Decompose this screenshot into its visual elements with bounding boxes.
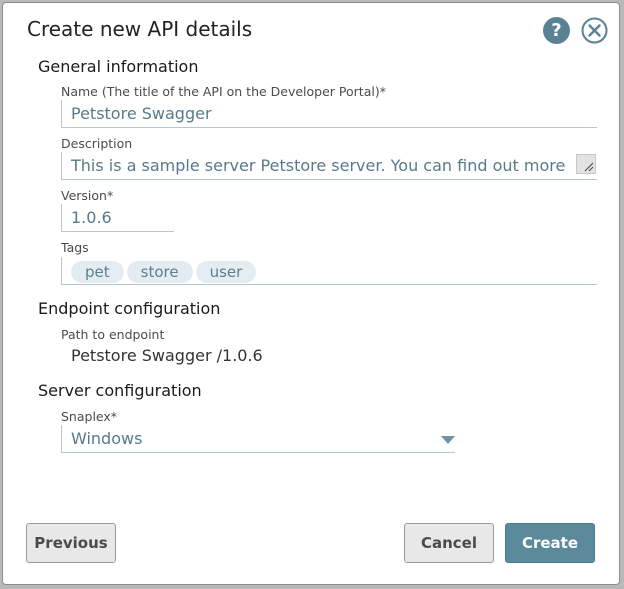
help-icon[interactable]: ? (543, 17, 570, 44)
previous-button[interactable]: Previous (26, 523, 116, 563)
snaplex-value: Windows (71, 429, 143, 448)
tags-field[interactable]: pet store user (61, 257, 597, 285)
close-icon[interactable] (581, 17, 608, 44)
version-label: Version* (61, 188, 114, 203)
name-field[interactable]: Petstore Swagger (61, 100, 597, 128)
tag-user[interactable]: user (195, 260, 257, 283)
tag-store[interactable]: store (126, 260, 193, 283)
description-label: Description (61, 136, 133, 151)
description-value: This is a sample server Petstore server.… (71, 156, 566, 175)
dialog-title: Create new API details (27, 17, 253, 41)
name-value: Petstore Swagger (71, 104, 212, 123)
version-field[interactable]: 1.0.6 (61, 204, 174, 232)
chevron-down-icon[interactable] (441, 436, 455, 444)
tags-label: Tags (61, 240, 89, 255)
snaplex-label: Snaplex* (61, 409, 118, 424)
server-configuration-heading: Server configuration (38, 381, 202, 400)
name-label: Name (The title of the API on the Develo… (61, 84, 386, 99)
path-to-endpoint-value: Petstore Swagger /1.0.6 (71, 346, 263, 365)
version-value: 1.0.6 (71, 208, 112, 227)
tag-pet[interactable]: pet (71, 260, 124, 283)
create-button[interactable]: Create (505, 523, 595, 563)
endpoint-configuration-heading: Endpoint configuration (38, 299, 221, 318)
create-api-dialog: Create new API details ? General informa… (2, 2, 620, 585)
snaplex-select[interactable]: Windows (61, 425, 455, 453)
general-information-heading: General information (38, 57, 199, 76)
resize-handle-icon[interactable] (576, 154, 596, 174)
cancel-button[interactable]: Cancel (404, 523, 494, 563)
description-field[interactable]: This is a sample server Petstore server.… (61, 152, 597, 180)
path-to-endpoint-label: Path to endpoint (61, 327, 165, 342)
